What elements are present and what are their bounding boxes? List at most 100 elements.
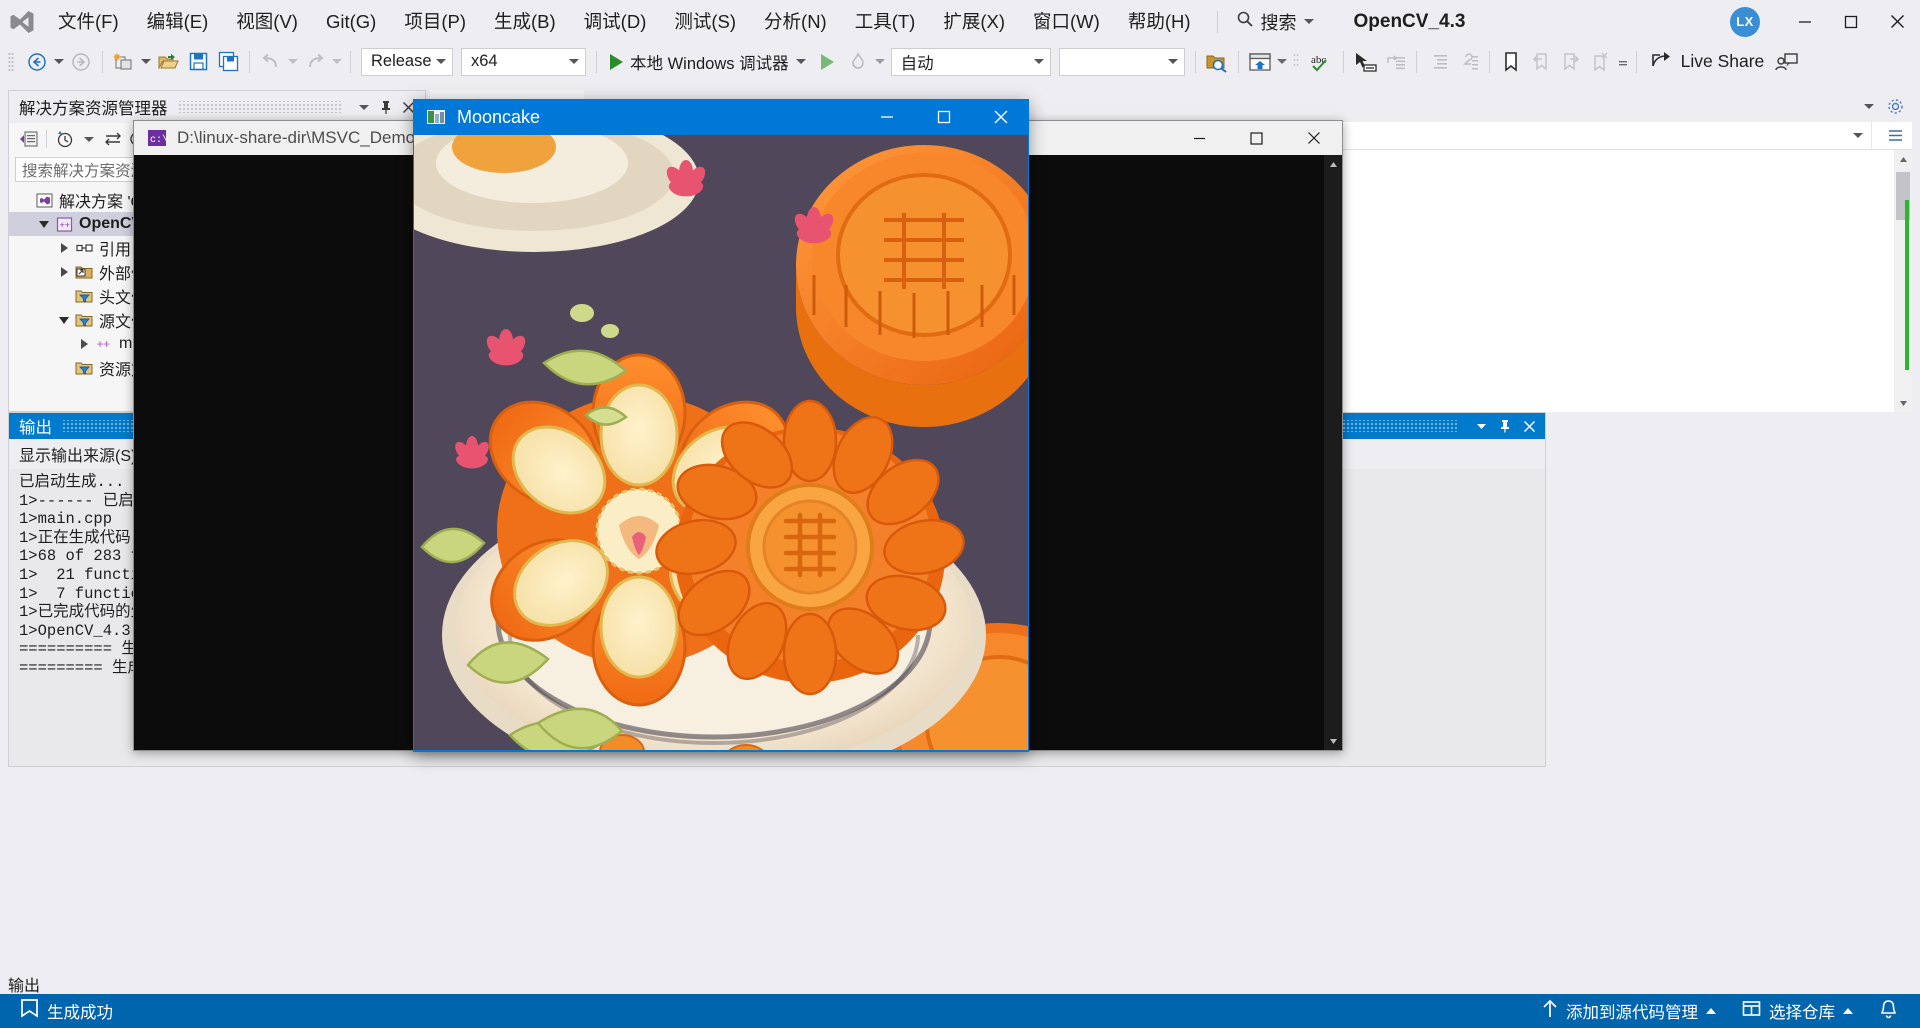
build-status-cell[interactable]: 生成成功 [10,994,123,1028]
redo-button[interactable] [300,48,330,76]
mooncake-image-canvas[interactable] [414,135,1028,750]
redo-dropdown[interactable] [330,48,344,76]
next-bookmark-button[interactable] [1556,48,1586,76]
undo-button[interactable] [256,48,286,76]
start-debugging-button[interactable]: 本地 Windows 调试器 [603,48,813,76]
menu-analyze[interactable]: 分析(N) [750,5,841,39]
uncomment-button[interactable] [1453,48,1483,76]
settings-gear-icon[interactable] [1884,94,1906,118]
panel-drag-grip[interactable] [177,101,343,113]
mooncake-title-bar[interactable]: Mooncake [413,99,1029,135]
collapse-twisty-icon[interactable] [35,220,53,228]
maximize-button[interactable] [1828,0,1874,43]
console-scrollbar[interactable] [1324,155,1342,750]
save-all-button[interactable] [213,48,243,76]
add-to-source-control-cell[interactable]: 添加到源代码管理 [1532,994,1726,1028]
global-search-box[interactable]: 搜索 [1230,7,1320,37]
output-pin-icon[interactable] [1493,415,1517,437]
start-debugging-label: 本地 Windows 调试器 [630,54,789,73]
menu-extensions[interactable]: 扩展(X) [929,5,1019,39]
chevron-down-icon[interactable] [78,127,100,151]
sync-with-active-document-icon[interactable] [102,127,124,151]
new-project-dropdown[interactable] [139,48,153,76]
empty-combo[interactable] [1058,47,1185,76]
new-project-button[interactable] [109,48,139,76]
solution-platform-combo[interactable]: x64 [461,47,586,76]
undo-dropdown[interactable] [286,48,300,76]
clear-bookmarks-button[interactable] [1586,48,1616,76]
quick-replace-button[interactable] [1350,48,1380,76]
scroll-up-arrow[interactable] [1894,150,1912,168]
live-share-button[interactable]: Live Share [1643,48,1773,76]
navigate-forward-button[interactable] [66,48,96,76]
menu-tools[interactable]: 工具(T) [841,5,930,39]
menu-test[interactable]: 测试(S) [660,5,750,39]
mooncake-close-button[interactable] [972,99,1029,135]
menu-project[interactable]: 项目(P) [390,5,480,39]
toolbar-grip-2[interactable] [1293,51,1303,73]
comment-block-button[interactable] [1380,48,1410,76]
solution-configuration-combo[interactable]: Release [361,47,453,76]
notifications-cell[interactable] [1869,994,1908,1028]
panel-menu-icon[interactable] [353,95,375,119]
tab-strip-actions [1858,90,1912,122]
select-repository-cell[interactable]: 选择仓库 [1732,994,1863,1028]
hot-reload-dropdown[interactable] [873,48,887,76]
scroll-down-arrow[interactable] [1894,394,1912,412]
svg-text:++: ++ [59,220,70,230]
menu-debug[interactable]: 调试(D) [570,5,661,39]
account-avatar[interactable]: LX [1730,6,1760,37]
editor-split-button[interactable] [1872,122,1912,150]
navigate-backward-dropdown[interactable] [52,48,66,76]
menu-edit[interactable]: 编辑(E) [133,5,223,39]
start-window-dropdown[interactable] [1275,48,1289,76]
find-in-files-button[interactable] [1202,48,1232,76]
previous-bookmark-button[interactable] [1526,48,1556,76]
expand-twisty-icon[interactable] [55,243,73,253]
collapse-twisty-icon[interactable] [55,316,73,324]
output-menu-icon[interactable] [1469,415,1493,437]
hot-reload-button[interactable] [843,48,873,76]
start-window-button[interactable] [1245,48,1275,76]
expand-twisty-icon[interactable] [75,339,93,349]
menu-build[interactable]: 生成(B) [480,5,570,39]
pin-panel-icon[interactable] [375,95,397,119]
pending-changes-icon[interactable] [54,127,76,151]
editor-vertical-scrollbar[interactable] [1894,150,1912,412]
auto-select-value: 自动 [900,54,934,73]
toggle-bookmark-button[interactable] [1496,48,1526,76]
console-maximize-button[interactable] [1228,121,1285,155]
switch-views-icon[interactable] [17,127,39,151]
spell-check-button[interactable]: abc [1307,48,1337,76]
live-share-session-icon[interactable] [1772,48,1802,76]
play-icon [610,53,623,70]
mooncake-maximize-button[interactable] [915,99,972,135]
toolbar-overflow-button[interactable] [1616,48,1630,76]
start-without-debugging-button[interactable] [813,48,843,76]
filter-folder-icon [73,288,95,304]
mooncake-minimize-button[interactable] [858,99,915,135]
chevron-down-icon[interactable] [1303,19,1314,24]
toolbar-grip[interactable] [8,51,18,73]
expand-twisty-icon[interactable] [55,267,73,277]
minimize-button[interactable] [1782,0,1828,43]
menu-git[interactable]: Git(G) [312,5,390,39]
chevron-down-icon[interactable] [1858,94,1880,118]
console-minimize-button[interactable] [1171,121,1228,155]
console-scroll-down-arrow[interactable] [1324,732,1342,750]
open-file-button[interactable] [153,48,183,76]
menu-view[interactable]: 视图(V) [222,5,312,39]
console-close-button[interactable] [1285,121,1342,155]
navigate-backward-button[interactable] [22,48,52,76]
auto-select-combo[interactable]: 自动 [890,47,1051,76]
menu-file[interactable]: 文件(F) [44,5,133,39]
save-button[interactable] [183,48,213,76]
decrease-indent-button[interactable] [1423,48,1453,76]
close-button[interactable] [1874,0,1920,43]
chevron-down-icon[interactable] [795,59,806,64]
output-bottom-tab[interactable]: 输出 [8,972,40,996]
console-scroll-up-arrow[interactable] [1324,155,1342,173]
menu-window[interactable]: 窗口(W) [1019,5,1114,39]
output-close-icon[interactable] [1517,415,1541,437]
menu-help[interactable]: 帮助(H) [1114,5,1205,39]
